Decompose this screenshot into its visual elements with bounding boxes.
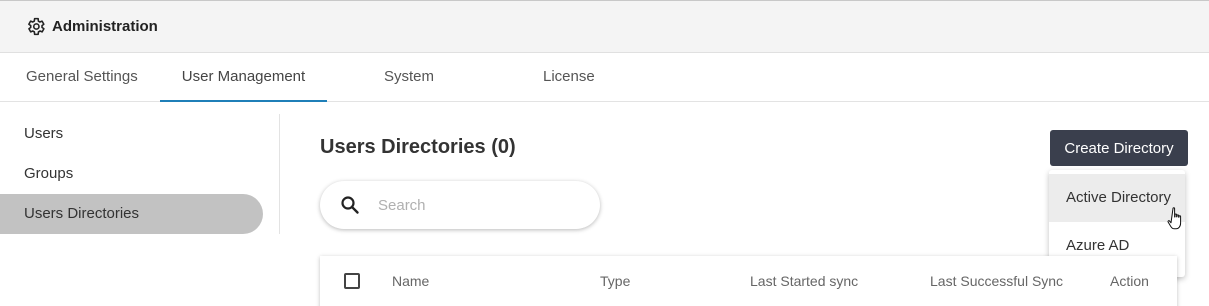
search-input[interactable] bbox=[378, 196, 578, 214]
column-header-action: Action bbox=[1110, 273, 1149, 289]
column-header-last-started-sync[interactable]: Last Started sync bbox=[750, 273, 858, 289]
app-header: Administration bbox=[0, 0, 1209, 53]
tab-system[interactable]: System bbox=[384, 53, 434, 102]
create-directory-button[interactable]: Create Directory bbox=[1050, 130, 1188, 166]
search-icon bbox=[340, 195, 360, 215]
menu-item-active-directory[interactable]: Active Directory bbox=[1049, 174, 1185, 222]
tab-user-management[interactable]: User Management bbox=[160, 53, 327, 102]
sidebar-item-groups[interactable]: Groups bbox=[0, 154, 263, 194]
tab-license[interactable]: License bbox=[543, 53, 595, 102]
select-all-checkbox[interactable] bbox=[344, 273, 360, 289]
search-box[interactable] bbox=[320, 181, 600, 229]
page-title: Users Directories (0) bbox=[320, 136, 516, 158]
hand-pointer-icon bbox=[1167, 207, 1182, 230]
directories-table: Name Type Last Started sync Last Success… bbox=[320, 256, 1177, 306]
tab-bar: General Settings User Management System … bbox=[0, 53, 1209, 102]
sidebar-item-users-directories[interactable]: Users Directories bbox=[0, 194, 263, 234]
column-header-last-successful-sync[interactable]: Last Successful Sync bbox=[930, 273, 1063, 289]
sidebar-item-users[interactable]: Users bbox=[0, 114, 263, 154]
tab-general-settings[interactable]: General Settings bbox=[26, 53, 138, 102]
gear-icon bbox=[25, 16, 46, 37]
page-header-title: Administration bbox=[52, 18, 158, 35]
sidebar: Users Groups Users Directories bbox=[0, 114, 280, 234]
column-header-type[interactable]: Type bbox=[600, 273, 630, 289]
column-header-name[interactable]: Name bbox=[392, 273, 429, 289]
